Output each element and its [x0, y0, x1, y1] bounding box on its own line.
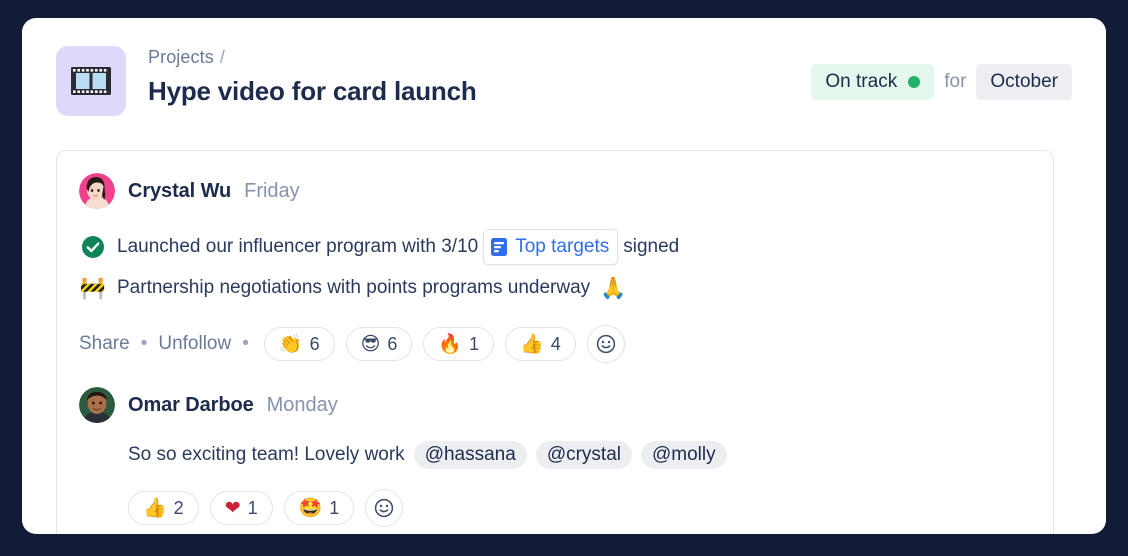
top-targets-chip[interactable]: Top targets	[483, 229, 619, 265]
comment-header: Omar Darboe Monday	[57, 387, 1053, 423]
comment-timestamp: Monday	[266, 393, 338, 416]
reaction-count: 1	[329, 498, 340, 518]
breadcrumb-projects[interactable]: Projects	[148, 47, 214, 67]
unfollow-link[interactable]: Unfollow	[158, 333, 231, 355]
post-crystal-wu: Crystal Wu Friday Launched our influence…	[57, 151, 1053, 363]
construction-emoji-glyph: 🚧	[79, 275, 107, 300]
thumbs-up-emoji-icon: 👍	[143, 497, 167, 519]
share-link[interactable]: Share	[79, 333, 130, 355]
mention-hassana[interactable]: @hassana	[413, 441, 527, 469]
reaction-count: 1	[469, 334, 480, 354]
film-strip-icon	[56, 46, 126, 116]
page-surface: Projects / Hype video for card launch On …	[22, 18, 1106, 534]
page-header: Projects / Hype video for card launch On …	[56, 46, 1072, 136]
reaction-thumbs-up[interactable]: 👍 4	[505, 327, 576, 361]
status-line-1-text: Launched our influencer program with 3/1…	[117, 236, 479, 257]
breadcrumb: Projects /	[148, 44, 477, 70]
comment-action-row: 👍 2 ❤ 1 🤩 1	[57, 489, 1053, 527]
action-separator-2: •	[242, 333, 249, 354]
post-timestamp: Friday	[244, 179, 300, 202]
construction-emoji-icon: 🚧	[79, 275, 107, 300]
add-reaction-button[interactable]	[365, 489, 404, 527]
star-struck-emoji-icon: 🤩	[298, 497, 323, 519]
mention-crystal[interactable]: @crystal	[535, 441, 632, 469]
title-block: Projects / Hype video for card launch	[148, 44, 477, 110]
reaction-thumbs-up[interactable]: 👍 2	[128, 491, 199, 525]
top-targets-chip-label: Top targets	[515, 236, 610, 257]
status-dot-icon	[908, 76, 921, 88]
reaction-clap[interactable]: 👏 6	[263, 327, 335, 361]
status-line-1: Launched our influencer program with 3/1…	[57, 229, 1053, 265]
feed-card: Crystal Wu Friday Launched our influence…	[56, 150, 1054, 534]
page-title: Hype video for card launch	[148, 76, 477, 106]
reaction-fire[interactable]: 🔥 1	[423, 327, 495, 361]
status-line-2: 🚧 Partnership negotiations with points p…	[57, 273, 1053, 303]
heart-emoji-icon: ❤	[224, 497, 241, 519]
pray-emoji-icon: 🙏	[600, 276, 627, 300]
post-header: Crystal Wu Friday	[57, 173, 1053, 209]
post-action-row: Share • Unfollow • 👏 6 😎 6 🔥 1 👍 4	[57, 325, 1053, 363]
app-frame: Projects / Hype video for card launch On …	[0, 0, 1128, 556]
reaction-count: 1	[247, 498, 258, 518]
post-omar-darboe: Omar Darboe Monday So so exciting team! …	[57, 363, 1053, 527]
status-badge[interactable]: On track	[811, 64, 935, 100]
add-reaction-button[interactable]	[586, 325, 625, 363]
post-author: Crystal Wu	[128, 179, 232, 202]
reaction-count: 6	[387, 334, 398, 354]
reaction-heart[interactable]: ❤ 1	[209, 491, 273, 525]
document-icon	[490, 237, 508, 257]
clap-emoji-icon: 👏	[278, 333, 303, 355]
fire-emoji-icon: 🔥	[438, 333, 463, 355]
comment-body: So so exciting team! Lovely work @hassan…	[57, 441, 1053, 469]
action-separator-1: •	[140, 333, 148, 354]
sunglasses-emoji-icon: 😎	[360, 333, 381, 355]
thumbs-up-emoji-icon: 👍	[520, 333, 544, 355]
status-badge-label: On track	[825, 71, 898, 92]
reaction-count: 4	[550, 334, 561, 354]
status-line-2-text: Partnership negotiations with points pro…	[117, 277, 591, 298]
reaction-count: 2	[173, 498, 184, 518]
green-check-icon	[79, 235, 107, 259]
breadcrumb-separator: /	[219, 47, 225, 67]
status-connector: for	[944, 71, 967, 92]
avatar[interactable]	[79, 387, 115, 423]
comment-author: Omar Darboe	[128, 393, 254, 416]
mention-molly[interactable]: @molly	[641, 441, 727, 469]
reaction-star-struck[interactable]: 🤩 1	[283, 491, 355, 525]
period-badge[interactable]: October	[976, 64, 1072, 100]
status-group: On track for October	[811, 64, 1072, 100]
reaction-sunglasses[interactable]: 😎 6	[345, 327, 413, 361]
avatar[interactable]	[79, 173, 115, 209]
reaction-count: 6	[309, 334, 320, 354]
status-line-1-text-after: signed	[623, 236, 680, 257]
comment-body-text: So so exciting team! Lovely work	[128, 444, 405, 465]
